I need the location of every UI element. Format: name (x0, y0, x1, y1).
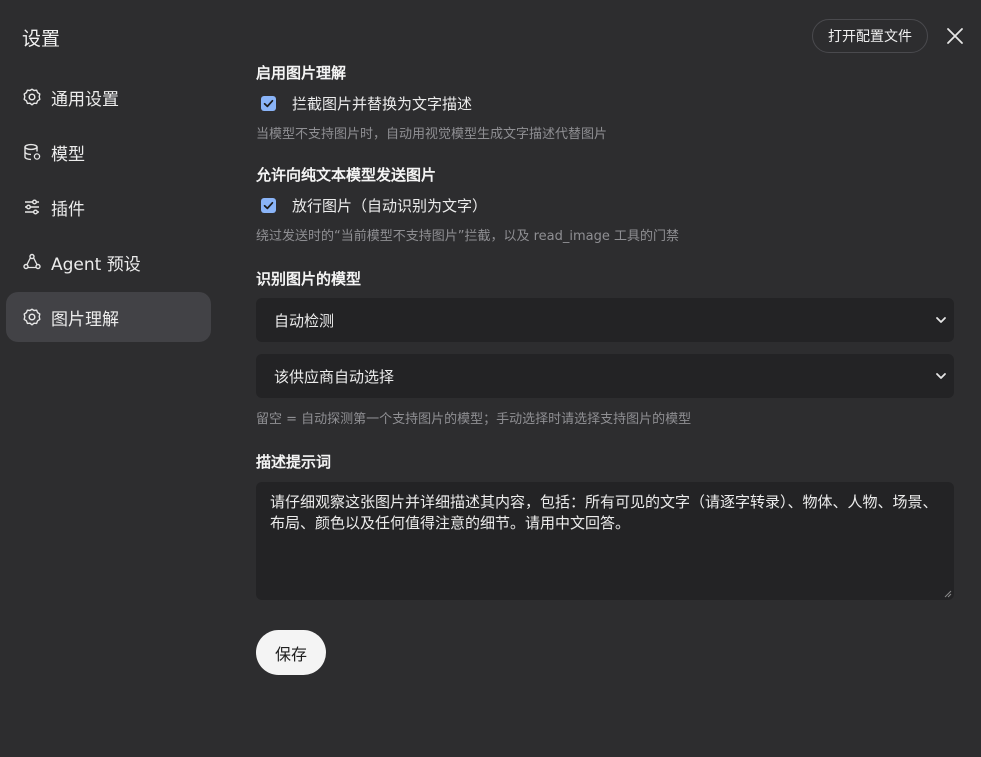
section-title-allow: 允许向纯文本模型发送图片 (256, 166, 437, 184)
intercept-images-option[interactable]: 拦截图片并替换为文字描述 (256, 93, 954, 114)
chevron-down-icon (936, 317, 946, 323)
model-select[interactable]: 该供应商自动选择 (256, 354, 954, 398)
open-config-file-button[interactable]: 打开配置文件 (812, 19, 928, 53)
resize-handle-icon[interactable] (944, 590, 952, 598)
sidebar-item-label: 模型 (51, 144, 85, 165)
agent-icon (22, 252, 42, 272)
sidebar-item-general[interactable]: 通用设置 (6, 72, 211, 122)
provider-select-value: 自动检测 (274, 311, 335, 330)
section-title-model: 识别图片的模型 (256, 270, 362, 288)
sidebar-item-label: 插件 (51, 199, 85, 220)
sidebar-item-image-understanding[interactable]: 图片理解 (6, 292, 211, 342)
model-hint: 留空 = 自动探测第一个支持图片的模型；手动选择时请选择支持图片的模型 (256, 412, 692, 427)
gear-icon (22, 87, 42, 107)
settings-title: 设置 (22, 28, 61, 50)
save-button[interactable]: 保存 (256, 630, 326, 675)
enable-hint: 当模型不支持图片时，自动用视觉模型生成文字描述代替图片 (256, 127, 608, 142)
description-prompt-text: 请仔细观察这张图片并详细描述其内容，包括：所有可见的文字（请逐字转录）、物体、人… (270, 493, 938, 532)
section-title-prompt: 描述提示词 (256, 453, 332, 471)
description-prompt-textarea[interactable]: 请仔细观察这张图片并详细描述其内容，包括：所有可见的文字（请逐字转录）、物体、人… (256, 482, 954, 600)
sidebar: 通用设置 模型 插件 Agent 预设 图片理解 (6, 72, 211, 347)
sidebar-item-label: 通用设置 (51, 89, 119, 110)
checkmark-icon (263, 99, 274, 108)
sidebar-item-label: 图片理解 (51, 309, 119, 330)
intercept-images-label: 拦截图片并替换为文字描述 (292, 95, 473, 113)
allow-images-label: 放行图片（自动识别为文字） (292, 197, 488, 215)
sliders-icon (22, 197, 42, 217)
image-understanding-panel: 启用图片理解 拦截图片并替换为文字描述 当模型不支持图片时，自动用视觉模型生成文… (256, 62, 954, 675)
sidebar-item-agent-presets[interactable]: Agent 预设 (6, 237, 211, 287)
chevron-down-icon (936, 373, 946, 379)
section-title-enable: 启用图片理解 (256, 64, 347, 82)
gear-icon (22, 307, 42, 327)
allow-images-option[interactable]: 放行图片（自动识别为文字） (256, 195, 954, 216)
checkmark-icon (263, 201, 274, 210)
sidebar-item-models[interactable]: 模型 (6, 127, 211, 177)
model-select-value: 该供应商自动选择 (274, 367, 395, 386)
sidebar-item-label: Agent 预设 (51, 254, 141, 275)
intercept-images-checkbox[interactable] (261, 96, 276, 111)
allow-hint: 绕过发送时的“当前模型不支持图片”拦截，以及 read_image 工具的门禁 (256, 229, 680, 244)
close-icon[interactable] (944, 25, 966, 47)
database-icon (22, 142, 42, 162)
sidebar-item-plugins[interactable]: 插件 (6, 182, 211, 232)
allow-images-checkbox[interactable] (261, 198, 276, 213)
provider-select[interactable]: 自动检测 (256, 298, 954, 342)
